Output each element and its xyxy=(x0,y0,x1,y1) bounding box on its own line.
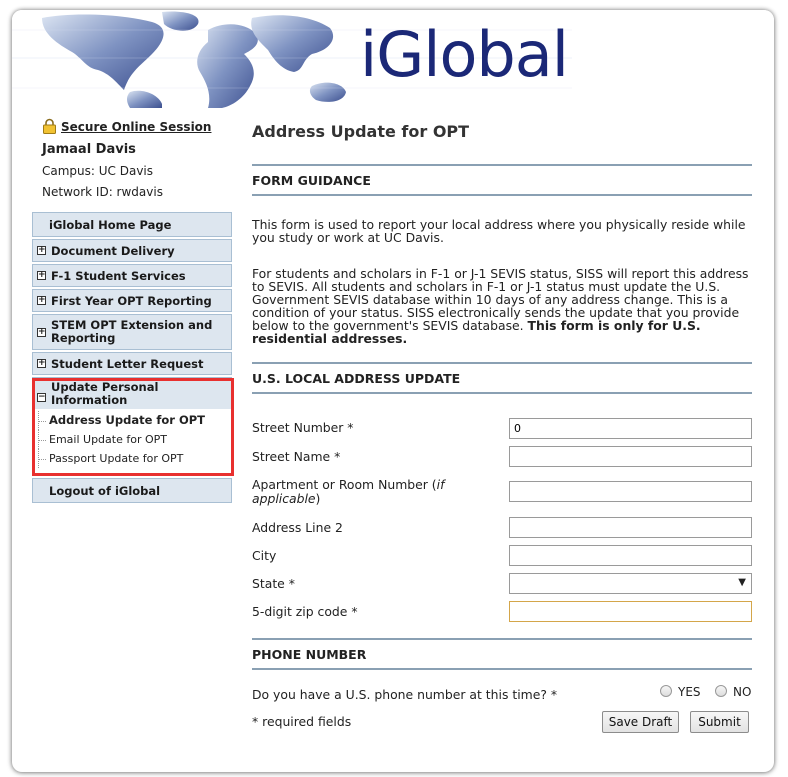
sidebar-item-label: First Year OPT Reporting xyxy=(51,293,212,308)
sidebar-item-logout[interactable]: Logout of iGlobal xyxy=(32,478,232,503)
sidebar-item-label: F-1 Student Services xyxy=(51,268,186,283)
expand-icon[interactable]: + xyxy=(37,327,46,337)
user-campus: Campus: UC Davis xyxy=(42,164,154,178)
yes-label: YES xyxy=(678,685,701,699)
address-line2-label: Address Line 2 xyxy=(252,520,343,535)
phone-no-option[interactable]: NO xyxy=(715,685,751,699)
street-number-label: Street Number * xyxy=(252,420,354,435)
section-phone-number: PHONE NUMBER xyxy=(252,638,752,670)
guidance-paragraph-2: For students and scholars in F-1 or J-1 … xyxy=(252,267,752,345)
no-label: NO xyxy=(733,685,752,699)
sidebar-item-label: iGlobal Home Page xyxy=(49,217,172,232)
required-note: * required fields xyxy=(252,714,352,729)
street-number-input[interactable] xyxy=(509,418,752,439)
lock-icon xyxy=(43,118,56,134)
header-banner: iGlobal xyxy=(12,10,774,108)
apartment-label-text: Apartment or Room Number ( xyxy=(252,477,437,492)
section-heading: U.S. LOCAL ADDRESS UPDATE xyxy=(252,370,461,386)
no-radio[interactable] xyxy=(715,685,727,697)
sidebar-item-label: Logout of iGlobal xyxy=(49,483,161,498)
section-heading: FORM GUIDANCE xyxy=(252,172,371,188)
expand-icon[interactable]: + xyxy=(37,246,46,255)
app-brand-title: iGlobal xyxy=(360,18,569,91)
sidebar-item-document-delivery[interactable]: + Document Delivery xyxy=(32,239,232,262)
state-select[interactable]: ▼ xyxy=(509,573,752,594)
phone-question: Do you have a U.S. phone number at this … xyxy=(252,687,558,702)
page-card: iGlobal Secure Online Session Jamaal Dav… xyxy=(12,10,774,772)
sidebar-item-home[interactable]: iGlobal Home Page xyxy=(32,212,232,237)
city-label: City xyxy=(252,548,277,563)
city-input[interactable] xyxy=(509,545,752,566)
expand-icon[interactable]: + xyxy=(37,296,46,305)
secure-session: Secure Online Session xyxy=(42,118,211,134)
sidebar-item-label: Document Delivery xyxy=(51,243,175,258)
user-network-id: Network ID: rwdavis xyxy=(42,185,163,199)
save-draft-button[interactable]: Save Draft xyxy=(602,711,679,733)
apartment-label: Apartment or Room Number (if applicable) xyxy=(252,478,482,506)
expand-icon[interactable]: + xyxy=(37,359,46,368)
yes-radio[interactable] xyxy=(660,685,672,697)
apartment-input[interactable] xyxy=(509,481,752,502)
street-name-input[interactable] xyxy=(509,446,752,467)
sidebar-item-label: STEM OPT Extension and Reporting xyxy=(51,318,213,345)
sidebar-item-stem-opt[interactable]: + STEM OPT Extension and Reporting xyxy=(32,314,232,350)
expand-icon[interactable]: + xyxy=(37,271,46,280)
sidebar-item-label: Student Letter Request xyxy=(51,356,204,371)
zip-label: 5-digit zip code * xyxy=(252,604,358,619)
secure-session-link[interactable]: Secure Online Session xyxy=(61,120,211,134)
section-heading: PHONE NUMBER xyxy=(252,646,367,662)
user-name: Jamaal Davis xyxy=(42,142,136,157)
apartment-label-end: ) xyxy=(315,491,321,506)
address-line2-input[interactable] xyxy=(509,517,752,538)
sidebar-item-first-year-opt[interactable]: + First Year OPT Reporting xyxy=(32,289,232,312)
zip-input[interactable] xyxy=(509,601,752,622)
section-form-guidance: FORM GUIDANCE xyxy=(252,164,752,196)
sidebar-item-f1-student-services[interactable]: + F-1 Student Services xyxy=(32,264,232,287)
page-title: Address Update for OPT xyxy=(252,122,470,141)
guidance-paragraph-1: This form is used to report your local a… xyxy=(252,217,746,245)
section-address-update: U.S. LOCAL ADDRESS UPDATE xyxy=(252,362,752,394)
street-name-label: Street Name * xyxy=(252,449,341,464)
state-label: State * xyxy=(252,576,295,591)
sidebar-item-student-letter[interactable]: + Student Letter Request xyxy=(32,352,232,375)
submit-button[interactable]: Submit xyxy=(690,711,749,733)
phone-yes-option[interactable]: YES xyxy=(660,685,701,699)
chevron-down-icon: ▼ xyxy=(738,577,746,588)
highlight-box xyxy=(32,378,234,476)
